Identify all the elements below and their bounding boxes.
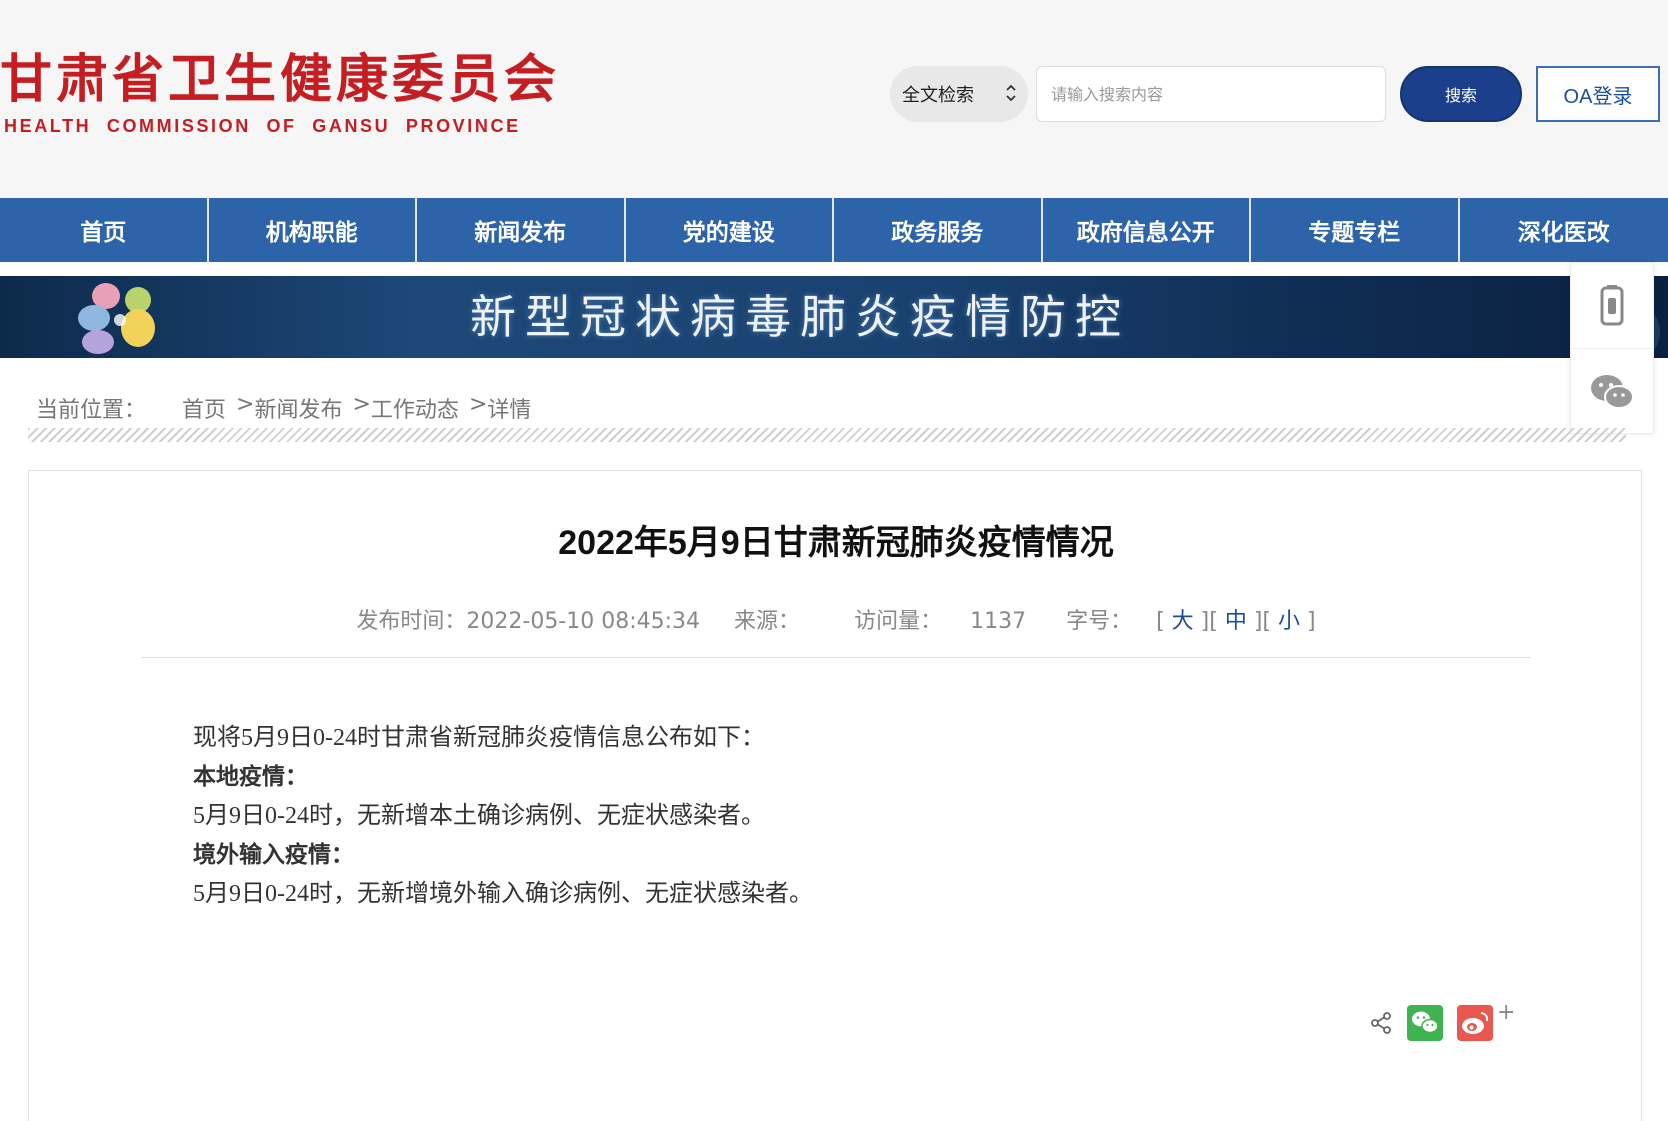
main-nav: 首页 机构职能 新闻发布 党的建设 政务服务 政府信息公开 专题专栏 深化医改 [0, 198, 1668, 262]
views-label: 访问量： [854, 609, 943, 634]
site-logo-cn[interactable]: 甘肃省卫生健康委员会 [0, 48, 560, 112]
breadcrumb-separator: > [468, 392, 488, 417]
article-subheading: 境外输入疫情： [193, 842, 354, 868]
weibo-share-icon[interactable] [1457, 1005, 1493, 1041]
font-size-label: 字号： [1066, 609, 1133, 634]
share-icon[interactable] [1369, 1011, 1393, 1035]
article-paragraph: 5月9日0-24时，无新增境外输入确诊病例、无症状感染者。 [193, 881, 813, 907]
breadcrumb-hatch-divider [28, 428, 1626, 442]
breadcrumb-separator: > [352, 392, 371, 417]
breadcrumb-separator: > [236, 392, 255, 417]
article-meta: 发布时间：2022-05-10 08:45:34 来源： 访问量： 1137 字… [29, 603, 1643, 635]
font-size-bracket: [ [1156, 609, 1172, 634]
source-label: 来源： [734, 609, 801, 634]
breadcrumb-news[interactable]: 新闻发布 [254, 392, 342, 424]
chevron-updown-icon [1004, 82, 1018, 106]
font-size-large[interactable]: 大 [1172, 609, 1194, 634]
breadcrumb-home[interactable]: 首页 [182, 392, 226, 424]
nav-item-home[interactable]: 首页 [0, 198, 209, 262]
wechat-share-icon[interactable] [1407, 1005, 1443, 1041]
font-size-bracket: ][ [1246, 609, 1279, 634]
font-size-medium[interactable]: 中 [1225, 609, 1247, 634]
search-button[interactable]: 搜索 [1400, 66, 1522, 122]
banner-title: 新型冠状病毒肺炎疫情防控 [470, 290, 1130, 344]
font-size-bracket: ][ [1193, 609, 1225, 634]
mobile-version-button[interactable] [1571, 263, 1653, 349]
nav-item-topics[interactable]: 专题专栏 [1251, 198, 1460, 262]
wechat-follow-button[interactable] [1571, 349, 1653, 435]
article-card: 2022年5月9日甘肃新冠肺炎疫情情况 发布时间：2022-05-10 08:4… [28, 470, 1642, 1121]
site-header: 甘肃省卫生健康委员会 HEALTH COMMISSION OF GANSU PR… [0, 0, 1668, 198]
nav-item-reform[interactable]: 深化医改 [1460, 198, 1668, 262]
search-scope-select[interactable]: 全文检索 [890, 66, 1028, 122]
font-size-bracket: ] [1300, 609, 1316, 634]
breadcrumb-work-updates[interactable]: 工作动态 [371, 392, 459, 424]
wechat-icon [1591, 375, 1634, 409]
nav-item-party[interactable]: 党的建设 [626, 198, 834, 262]
article-title: 2022年5月9日甘肃新冠肺炎疫情情况 [558, 524, 1114, 562]
article-content: 现将5月9日0-24时甘肃省新冠肺炎疫情信息公布如下： 本地疫情： 5月9日0-… [193, 719, 1493, 914]
nav-item-organization[interactable]: 机构职能 [209, 198, 417, 262]
article-paragraph: 现将5月9日0-24时甘肃省新冠肺炎疫情信息公布如下： [193, 725, 765, 751]
publish-time-label: 发布时间： [356, 609, 467, 634]
article-subheading: 本地疫情： [193, 764, 308, 790]
epidemic-banner[interactable]: 新型冠状病毒肺炎疫情防控 [0, 276, 1668, 358]
share-bar: + [1369, 1000, 1515, 1043]
nav-item-services[interactable]: 政务服务 [834, 198, 1043, 262]
site-logo-en[interactable]: HEALTH COMMISSION OF GANSU PROVINCE [4, 116, 521, 137]
search-scope-label: 全文检索 [902, 85, 974, 106]
article-paragraph: 5月9日0-24时，无新增本土确诊病例、无症状感染者。 [193, 803, 765, 829]
search-input[interactable] [1036, 66, 1386, 122]
meta-divider [141, 657, 1531, 658]
font-size-small[interactable]: 小 [1278, 609, 1300, 634]
nav-item-disclosure[interactable]: 政府信息公开 [1043, 198, 1251, 262]
side-float-panel [1570, 262, 1654, 434]
mobile-icon [1600, 284, 1624, 325]
breadcrumb-label: 当前位置： [36, 398, 147, 423]
nav-item-news[interactable]: 新闻发布 [417, 198, 626, 262]
plus-icon[interactable]: + [1497, 1000, 1515, 1025]
breadcrumb: 当前位置： 首页 > 新闻发布 > 工作动态 > 详情 [36, 392, 531, 424]
flower-logo-icon [78, 283, 155, 354]
publish-time: 2022-05-10 08:45:34 [466, 609, 701, 634]
oa-login-button[interactable]: OA登录 [1536, 66, 1660, 122]
views-count: 1137 [970, 609, 1027, 634]
breadcrumb-detail: 详情 [487, 398, 532, 423]
